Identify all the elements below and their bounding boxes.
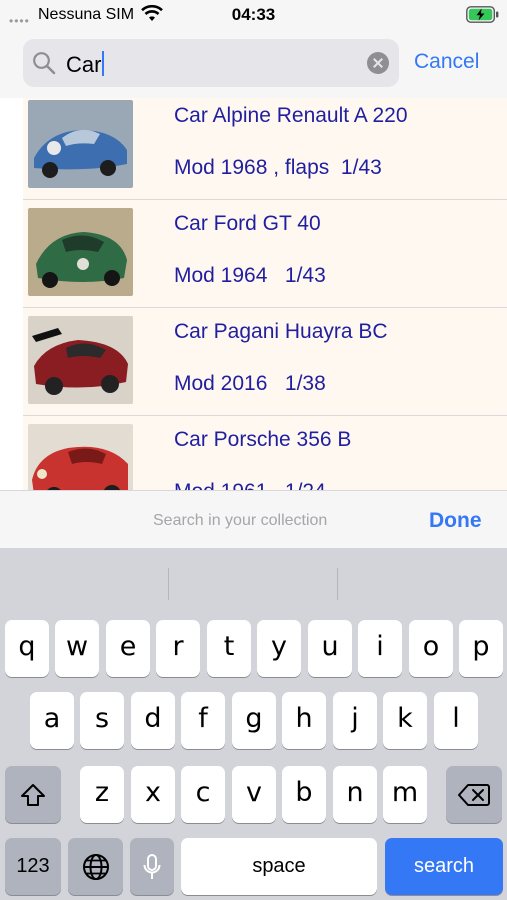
key-s[interactable]: s	[80, 692, 124, 749]
car-photo	[28, 100, 133, 188]
screen: •••• Nessuna SIM 04:33 Car Cancel Car Al…	[0, 0, 507, 900]
key-h[interactable]: h	[282, 692, 326, 749]
keyboard: q w e r t y u i o p a s d f g h j k l z …	[0, 548, 507, 900]
status-bar: •••• Nessuna SIM 04:33	[0, 0, 507, 30]
key-t[interactable]: t	[207, 620, 251, 677]
key-n[interactable]: n	[333, 766, 377, 823]
key-l[interactable]: l	[434, 692, 478, 749]
item-title: Car Ford GT 40	[174, 212, 321, 235]
key-e[interactable]: e	[106, 620, 150, 677]
list-item[interactable]: Car Alpine Renault A 220 Mod 1968 , flap…	[23, 98, 507, 200]
done-button[interactable]: Done	[429, 509, 482, 533]
key-p[interactable]: p	[459, 620, 503, 677]
key-y[interactable]: y	[257, 620, 301, 677]
battery-charging-icon	[466, 6, 499, 23]
results-list[interactable]: Car Alpine Renault A 220 Mod 1968 , flap…	[0, 98, 507, 490]
predictive-divider	[168, 568, 169, 600]
clear-search-icon[interactable]	[367, 52, 389, 74]
delete-key[interactable]	[446, 766, 502, 823]
car-photo	[28, 316, 133, 404]
microphone-icon	[143, 853, 161, 879]
car-photo	[28, 424, 133, 490]
key-d[interactable]: d	[131, 692, 175, 749]
key-m[interactable]: m	[383, 766, 427, 823]
search-input[interactable]: Car	[23, 39, 399, 87]
key-r[interactable]: r	[156, 620, 200, 677]
shift-key[interactable]	[5, 766, 61, 823]
search-hint: Search in your collection	[153, 512, 328, 529]
item-subtitle: Mod 1964 1/43	[174, 264, 326, 287]
key-j[interactable]: j	[333, 692, 377, 749]
key-c[interactable]: c	[181, 766, 225, 823]
key-a[interactable]: a	[30, 692, 74, 749]
search-key[interactable]: search	[385, 838, 503, 895]
key-z[interactable]: z	[80, 766, 124, 823]
key-q[interactable]: q	[5, 620, 49, 677]
numbers-key[interactable]: 123	[5, 838, 61, 895]
key-u[interactable]: u	[308, 620, 352, 677]
globe-key[interactable]	[68, 838, 123, 895]
item-title: Car Alpine Renault A 220	[174, 104, 408, 127]
key-o[interactable]: o	[409, 620, 453, 677]
dictation-key[interactable]	[130, 838, 174, 895]
car-photo	[28, 208, 133, 296]
item-title: Car Porsche 356 B	[174, 428, 352, 451]
text-caret	[102, 51, 105, 76]
list-item[interactable]: Car Porsche 356 B Mod 1961 1/24	[23, 416, 507, 490]
predictive-bar	[0, 548, 507, 614]
space-key[interactable]: space	[181, 838, 377, 895]
item-subtitle: Mod 2016 1/38	[174, 372, 326, 395]
backspace-icon	[458, 783, 490, 806]
item-subtitle: Mod 1968 , flaps 1/43	[174, 156, 382, 179]
search-value: Car	[66, 51, 105, 77]
list-item[interactable]: Car Ford GT 40 Mod 1964 1/43	[23, 200, 507, 308]
search-icon	[33, 52, 56, 75]
predictive-divider	[337, 568, 338, 600]
key-x[interactable]: x	[131, 766, 175, 823]
keyboard-accessory-bar: Search in your collection Done	[0, 490, 507, 548]
cancel-button[interactable]: Cancel	[414, 50, 479, 74]
key-f[interactable]: f	[181, 692, 225, 749]
search-bar: Car Cancel	[0, 30, 507, 98]
clock: 04:33	[231, 5, 276, 24]
key-v[interactable]: v	[232, 766, 276, 823]
key-g[interactable]: g	[232, 692, 276, 749]
item-title: Car Pagani Huayra BC	[174, 320, 388, 343]
key-w[interactable]: w	[55, 620, 99, 677]
list-item[interactable]: Car Pagani Huayra BC Mod 2016 1/38	[23, 308, 507, 416]
key-i[interactable]: i	[358, 620, 402, 677]
shift-icon	[21, 783, 45, 806]
key-k[interactable]: k	[383, 692, 427, 749]
item-subtitle: Mod 1961 1/24	[174, 480, 326, 490]
key-b[interactable]: b	[282, 766, 326, 823]
globe-icon	[82, 853, 109, 880]
